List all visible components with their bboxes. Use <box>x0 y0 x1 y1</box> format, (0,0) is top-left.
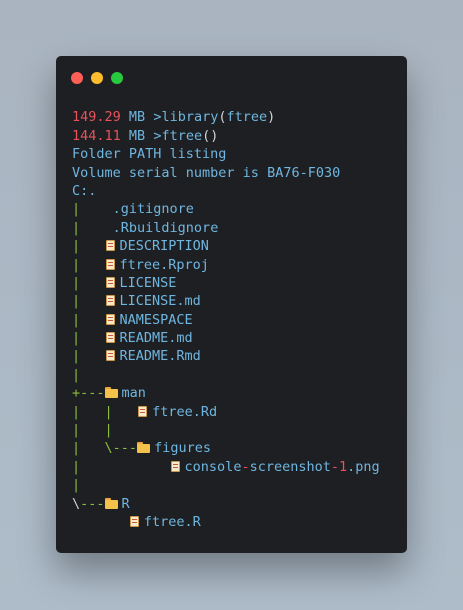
tree-branch-end: \ <box>72 496 81 512</box>
tree-file-name: NAMESPACE <box>119 312 193 328</box>
function-name: ftree <box>161 128 203 144</box>
tree-folder-name: man <box>121 385 146 401</box>
function-parens: () <box>202 128 219 144</box>
tree-row-spacer: | <box>72 366 80 384</box>
tree-pipe: | <box>72 348 81 364</box>
tree-pipe: | <box>72 220 81 236</box>
tree-pipe: | <box>104 422 113 438</box>
console-line-ftree: 144.11 MB >ftree() <box>72 127 218 145</box>
memory-usage: 149.29 <box>72 109 121 125</box>
tree-folder-name: figures <box>154 440 211 456</box>
file-icon <box>105 239 116 252</box>
memory-unit: MB <box>128 109 146 125</box>
file-icon <box>105 276 116 289</box>
tree-row-namespace: | NAMESPACE <box>72 311 193 329</box>
tree-folder-name: R <box>121 496 130 512</box>
tree-pipe: | <box>72 238 81 254</box>
tree-dashes: --- <box>112 440 138 456</box>
tree-pipe: | <box>72 293 81 309</box>
tree-pipe: | <box>104 404 113 420</box>
file-icon <box>105 313 116 326</box>
file-icon <box>105 331 116 344</box>
tree-pipe: | <box>72 257 81 273</box>
file-icon <box>170 460 181 473</box>
memory-usage: 144.11 <box>72 128 121 144</box>
tree-file-name-part: screenshot <box>249 459 331 475</box>
tree-dashes: --- <box>80 496 105 512</box>
tree-row-license-md: | LICENSE.md <box>72 292 201 310</box>
folder-icon <box>104 387 118 398</box>
tree-pipe: | <box>72 312 81 328</box>
tree-row-man: +--- man <box>72 384 146 402</box>
folder-icon <box>137 442 151 453</box>
tree-file-name-part: console <box>184 459 242 475</box>
tree-row-readme-md: | README.md <box>72 329 193 347</box>
tree-file-name: LICENSE.md <box>119 293 201 309</box>
output-serial: Volume serial number is BA76-F030 <box>72 165 341 181</box>
tree-pipe: | <box>72 440 81 456</box>
maximize-button[interactable] <box>111 72 123 84</box>
tree-row-readme-rmd: | README.Rmd <box>72 347 201 365</box>
tree-row-png: | console-screenshot-1.png <box>72 458 380 476</box>
tree-row-man-rd: | | ftree.Rd <box>72 403 217 421</box>
terminal-window: 149.29 MB >library(ftree) 144.11 MB >ftr… <box>56 56 407 553</box>
tree-pipe: | <box>72 201 81 217</box>
tree-row-description: | DESCRIPTION <box>72 237 209 255</box>
tree-row-spacer-2: | <box>72 476 80 494</box>
file-icon <box>129 515 140 528</box>
tree-file-name: DESCRIPTION <box>119 238 209 254</box>
function-name: library <box>161 109 219 125</box>
tree-file-name-number: 1 <box>339 459 348 475</box>
tree-file-name: README.md <box>119 330 193 346</box>
tree-file-name: ftree.Rd <box>152 404 218 420</box>
tree-file-name: LICENSE <box>119 275 177 291</box>
tree-row-man-spacer: | | <box>72 421 113 439</box>
function-argument: ftree <box>226 109 268 125</box>
paren-close: ) <box>267 109 276 125</box>
tree-row-rproj: | ftree.Rproj <box>72 256 209 274</box>
close-button[interactable] <box>71 72 83 84</box>
tree-file-name: ftree.R <box>143 514 201 530</box>
tree-file-name-dash: - <box>330 459 340 475</box>
tree-row-figures: | \--- figures <box>72 439 211 457</box>
memory-unit: MB <box>128 128 146 144</box>
tree-file-name: .gitignore <box>112 201 194 217</box>
tree-file-name-dash: - <box>241 459 250 475</box>
tree-row-gitignore: | .gitignore <box>72 200 194 218</box>
tree-pipe: | <box>72 477 81 493</box>
tree-pipe: | <box>72 275 81 291</box>
file-icon <box>105 258 116 271</box>
tree-file-name: .Rbuildignore <box>112 220 219 236</box>
tree-row-r-file: ftree.R <box>72 513 201 531</box>
tree-file-name: ftree.Rproj <box>119 257 209 273</box>
tree-row-rbuildignore: | .Rbuildignore <box>72 219 218 237</box>
file-icon <box>105 294 116 307</box>
tree-branch-end: \ <box>104 440 113 456</box>
output-root: C:. <box>72 183 97 199</box>
console-line-library: 149.29 MB >library(ftree) <box>72 108 275 126</box>
tree-pipe: | <box>72 422 81 438</box>
minimize-button[interactable] <box>91 72 103 84</box>
tree-pipe: | <box>72 404 81 420</box>
output-header: Folder PATH listing <box>72 146 227 162</box>
tree-file-name: README.Rmd <box>119 348 201 364</box>
tree-branch: +--- <box>72 385 105 401</box>
tree-file-name-ext: .png <box>347 459 380 475</box>
tree-pipe: | <box>72 330 81 346</box>
tree-row-license: | LICENSE <box>72 274 176 292</box>
folder-icon <box>104 498 118 509</box>
tree-pipe: | <box>72 459 81 475</box>
file-icon <box>137 405 148 418</box>
tree-pipe: | <box>72 367 81 383</box>
file-icon <box>105 349 116 362</box>
paren-open: ( <box>218 109 227 125</box>
tree-row-r: \--- R <box>72 495 130 513</box>
